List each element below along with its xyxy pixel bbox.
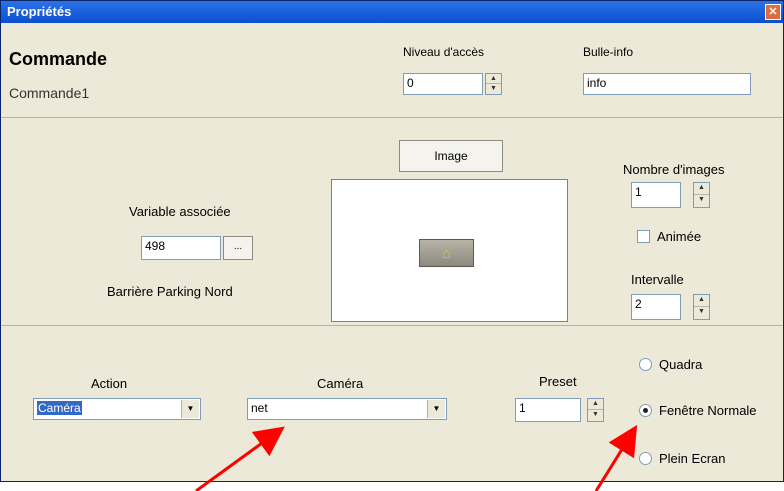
annotation-arrow-fenetre bbox=[594, 424, 638, 491]
annotation-arrow-camera bbox=[195, 426, 285, 491]
annotation-overlay bbox=[195, 424, 638, 491]
